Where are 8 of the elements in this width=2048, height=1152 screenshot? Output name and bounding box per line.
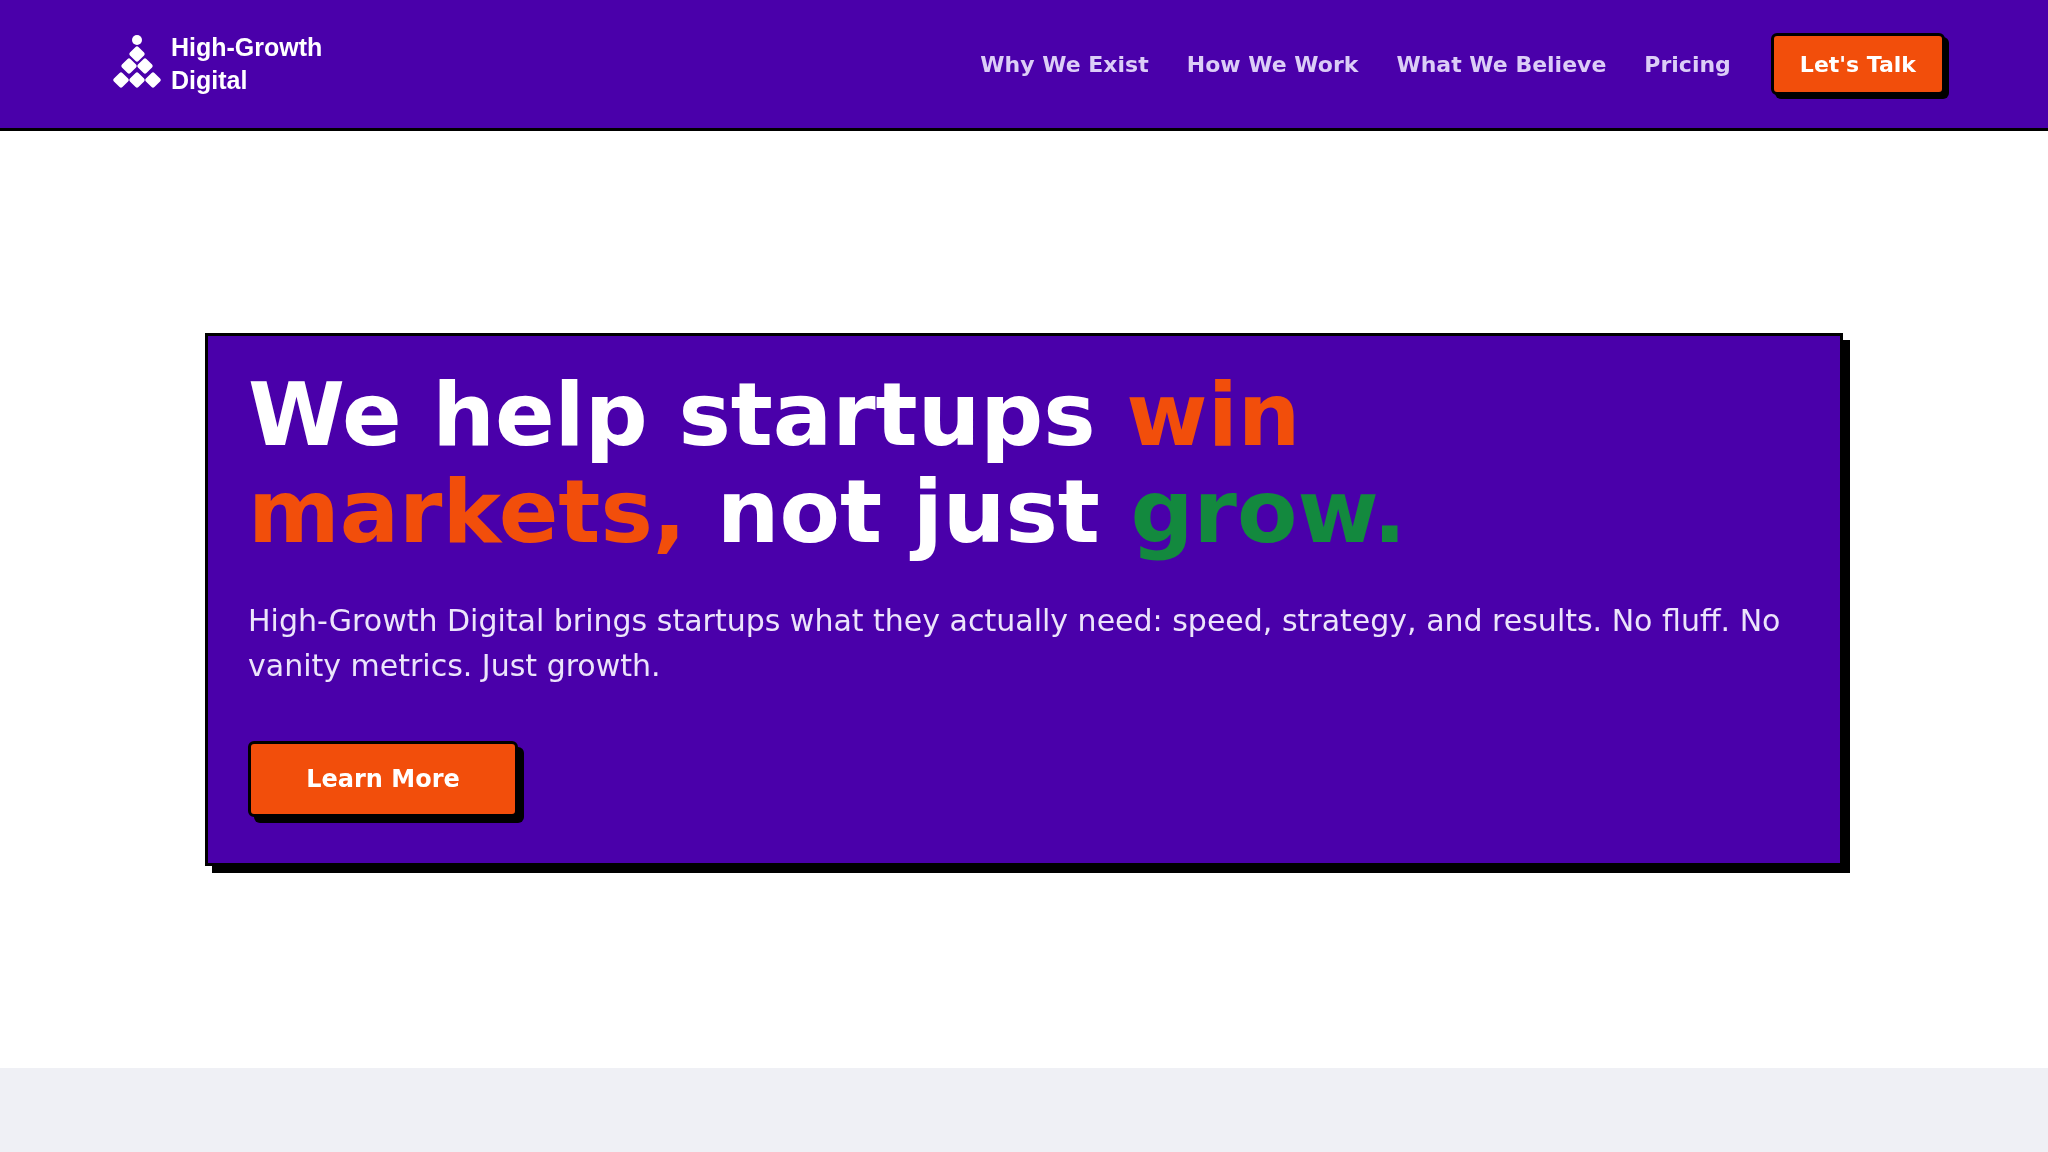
nav-link[interactable]: Why We Exist	[980, 47, 1149, 81]
hero-headline: We help startups win markets, not just grow.	[248, 366, 1408, 560]
nav-link[interactable]: How We Work	[1186, 47, 1359, 81]
hero-description: High-Growth Digital brings startups what they actually need: speed, strategy, and results. No fluff. No vanity metrics. Just growth.	[248, 602, 1782, 685]
logo-text: High-Growth	[171, 32, 323, 63]
nav-link[interactable]: What We Believe	[1396, 47, 1607, 81]
nav-link[interactable]: Pricing	[1644, 47, 1731, 81]
logo-text: Digital	[171, 65, 249, 96]
